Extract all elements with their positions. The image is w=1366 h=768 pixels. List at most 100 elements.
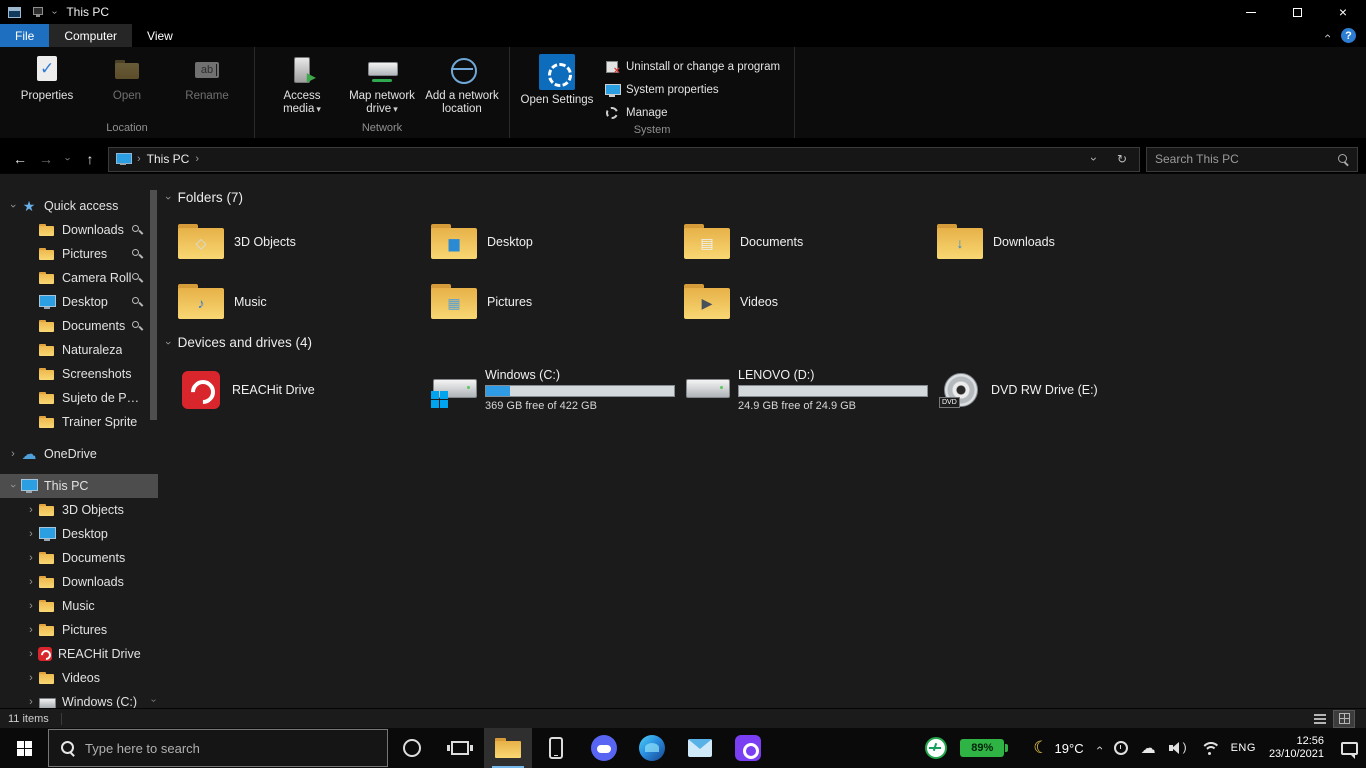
sidebar-item-3d-objects[interactable]: ›3D Objects [0,498,158,522]
battery-indicator[interactable]: 89% [960,739,1004,757]
onedrive-tray-icon[interactable]: ☁ [1141,739,1156,757]
discord-taskbar-button[interactable] [580,728,628,768]
sidebar-item-desktop[interactable]: Desktop [0,290,158,314]
scrollbar-thumb[interactable] [150,190,157,420]
sidebar-item-documents[interactable]: Documents [0,314,158,338]
search-input[interactable] [1155,152,1338,166]
sidebar-item-trainer-sprite[interactable]: Trainer Sprite [0,410,158,434]
mail-taskbar-button[interactable] [676,728,724,768]
refresh-icon[interactable]: ↻ [1111,152,1133,166]
address-dropdown-chevron-icon[interactable]: › [1087,148,1101,170]
language-indicator[interactable]: ENG [1231,742,1256,754]
sidebar-item-documents[interactable]: ›Documents [0,546,158,570]
sidebar-item-reachit-drive[interactable]: ›REACHit Drive [0,642,158,666]
task-view-taskbar-button[interactable] [436,728,484,768]
chevron-right-icon[interactable]: › [24,504,38,516]
file-explorer-taskbar-button[interactable] [484,728,532,768]
maximize-button[interactable] [1274,0,1320,24]
cortana-taskbar-button[interactable] [388,728,436,768]
sidebar-item-pictures[interactable]: ›Pictures [0,618,158,642]
sidebar-item-downloads[interactable]: ›Downloads [0,570,158,594]
tile-reachit-drive[interactable]: REACHit Drive [178,362,431,418]
details-view-button[interactable] [1310,711,1330,727]
activity-monitor-icon[interactable] [925,737,947,759]
sidebar-item-pictures[interactable]: Pictures [0,242,158,266]
chevron-right-icon[interactable]: › [6,448,20,460]
tile-downloads[interactable]: ↓Downloads [937,217,1190,267]
collapse-ribbon-icon[interactable]: › [1320,34,1334,38]
quick-access-toolbar-icon[interactable] [31,6,45,18]
section-header[interactable]: ›Folders (7) [166,190,1366,205]
start-button[interactable] [0,728,48,768]
sidebar-item-desktop[interactable]: ›Desktop [0,522,158,546]
map-network-drive-button[interactable]: Map network drive▾ [343,51,421,116]
sidebar-item-videos[interactable]: ›Videos [0,666,158,690]
access-media-button[interactable]: Access media▾ [263,51,341,116]
recent-locations-chevron-icon[interactable]: › [56,151,80,167]
tile-documents[interactable]: ▤Documents [684,217,937,267]
minimize-button[interactable] [1228,0,1274,24]
sidebar-item-this-pc[interactable]: ›This PC [0,474,158,498]
breadcrumb-chevron-icon[interactable]: › [137,153,141,165]
back-button[interactable]: ← [8,147,32,171]
tab-computer[interactable]: Computer [49,24,132,47]
add-a-network-location-button[interactable]: Add a network location [423,51,501,116]
edge-taskbar-button[interactable] [628,728,676,768]
chevron-right-icon[interactable]: › [24,528,38,540]
tray-expand-chevron-icon[interactable]: › [1092,746,1106,750]
breadcrumb-chevron-icon[interactable]: › [195,153,199,165]
taskbar-search[interactable] [48,729,388,767]
app-purple-taskbar-button[interactable] [724,728,772,768]
scrollbar-down-arrow-icon[interactable]: › [148,696,158,705]
qat-customize-chevron-icon[interactable]: › [49,10,60,13]
sidebar-item-downloads[interactable]: Downloads [0,218,158,242]
open-settings-button[interactable]: Open Settings [518,51,596,107]
chevron-down-icon[interactable]: › [162,196,174,200]
your-phone-taskbar-button[interactable] [532,728,580,768]
clock[interactable]: 12:56 23/10/2021 [1269,735,1324,761]
section-header[interactable]: ›Devices and drives (4) [166,335,1366,350]
manage-button[interactable]: Manage [598,103,786,123]
properties-button[interactable]: Properties [8,51,86,103]
tile-lenovo-d[interactable]: LENOVO (D:)24.9 GB free of 24.9 GB [684,362,937,418]
network-icon[interactable] [1200,741,1218,755]
taskbar-search-input[interactable] [85,741,375,756]
tab-file[interactable]: File [0,24,49,47]
action-center-icon[interactable] [1341,742,1358,755]
chevron-right-icon[interactable]: › [24,600,38,612]
sidebar-item-windows-c[interactable]: ›Windows (C:) [0,690,158,708]
chevron-right-icon[interactable]: › [24,672,38,684]
tab-view[interactable]: View [132,24,188,47]
chevron-right-icon[interactable]: › [24,648,38,660]
chevron-right-icon[interactable]: › [24,576,38,588]
sidebar-item-sujeto-de-prueba[interactable]: Sujeto de Prueba [0,386,158,410]
sidebar-item-onedrive[interactable]: ›☁OneDrive [0,442,158,466]
tiles-view-button[interactable] [1334,711,1354,727]
search-box[interactable] [1146,147,1358,172]
chevron-right-icon[interactable]: › [24,552,38,564]
tile-windows-c[interactable]: Windows (C:)369 GB free of 422 GB [431,362,684,418]
tile-videos[interactable]: ▶Videos [684,277,937,327]
chevron-right-icon[interactable]: › [24,696,38,708]
breadcrumb[interactable]: › This PC › › ↻ [108,147,1140,172]
system-properties-button[interactable]: System properties [598,80,786,100]
sidebar-item-screenshots[interactable]: Screenshots [0,362,158,386]
search-icon[interactable] [1338,154,1349,165]
tile-3d-objects[interactable]: ◇3D Objects [178,217,431,267]
sidebar-item-music[interactable]: ›Music [0,594,158,618]
clock-tray-icon[interactable] [1114,741,1128,755]
weather-widget[interactable]: ☾ 19°C [1033,738,1083,758]
volume-icon[interactable]: ) [1169,741,1187,755]
sidebar-item-naturaleza[interactable]: Naturaleza [0,338,158,362]
sidebar-item-quick-access[interactable]: ›★Quick access [0,194,158,218]
chevron-down-icon[interactable]: › [7,199,19,213]
sidebar-item-camera-roll[interactable]: Camera Roll [0,266,158,290]
tile-desktop[interactable]: ▆Desktop [431,217,684,267]
tile-dvd-rw-drive-e[interactable]: DVDDVD RW Drive (E:) [937,362,1190,418]
uninstall-or-change-a-program-button[interactable]: Uninstall or change a program [598,57,786,77]
tile-pictures[interactable]: ▦Pictures [431,277,684,327]
sidebar-scrollbar[interactable]: › [149,174,158,708]
close-button[interactable]: × [1320,0,1366,24]
up-button[interactable]: ↑ [78,147,102,171]
forward-button[interactable]: → [34,147,58,171]
